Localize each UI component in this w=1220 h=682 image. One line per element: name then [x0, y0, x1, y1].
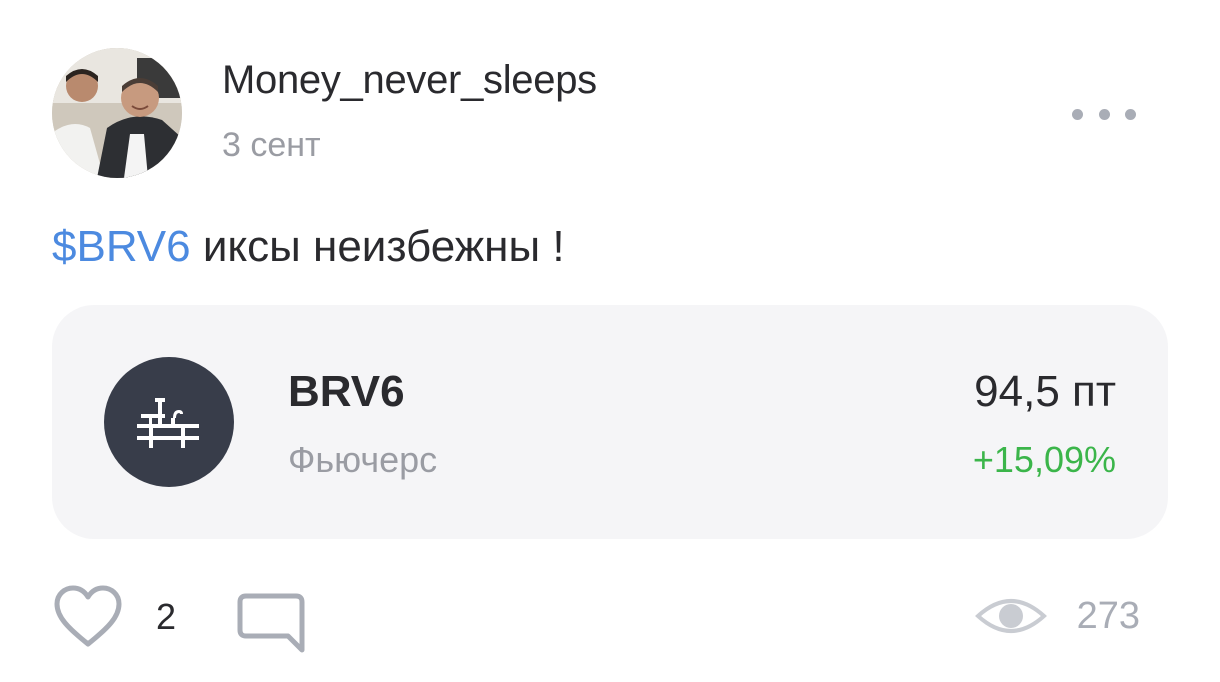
avatar-photo: [52, 48, 182, 178]
avatar[interactable]: [52, 48, 182, 178]
views-counter: 273: [974, 592, 1140, 640]
ticker-link[interactable]: $BRV6: [52, 222, 191, 271]
instrument-change: +15,09%: [972, 439, 1116, 480]
post-text: $BRV6 иксы неизбежны !: [52, 222, 565, 272]
post-body: иксы неизбежны !: [190, 222, 565, 271]
more-dot-icon: [1072, 108, 1083, 120]
like-button[interactable]: 2: [52, 584, 176, 650]
instrument-card[interactable]: BRV6 Фьючерс 94,5 пт +15,09%: [52, 305, 1168, 539]
instrument-price: 94,5 пт: [974, 367, 1116, 416]
instrument-type: Фьючерс: [288, 439, 438, 480]
more-dot-icon: [1098, 108, 1110, 120]
more-dot-icon: [1125, 108, 1136, 120]
oil-platform-icon: [104, 357, 234, 487]
like-count: 2: [156, 596, 177, 637]
instrument-ticker: BRV6: [288, 367, 405, 416]
comment-icon: [237, 593, 305, 653]
post-date: 3 сент: [222, 126, 321, 164]
heart-icon: [54, 585, 122, 647]
eye-icon: [974, 599, 1047, 633]
more-options-button[interactable]: [1066, 96, 1142, 132]
post: Money_never_sleeps 3 сент $BRV6 иксы неи…: [0, 0, 1220, 682]
views-count: 273: [1076, 594, 1140, 637]
comment-button[interactable]: [236, 592, 306, 661]
author-name[interactable]: Money_never_sleeps: [222, 58, 597, 103]
